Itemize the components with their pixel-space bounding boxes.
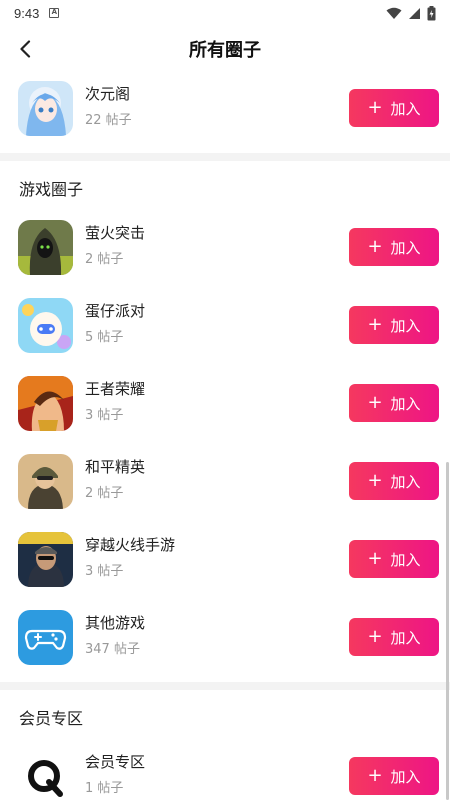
back-button[interactable]	[12, 36, 38, 62]
join-label: 加入	[390, 238, 421, 257]
post-count: 5 帖子	[85, 330, 124, 345]
plus-icon: +	[367, 314, 383, 335]
page-title: 所有圈子	[189, 40, 261, 61]
helmet-soldier-icon	[18, 454, 73, 509]
post-count: 2 帖子	[85, 486, 124, 501]
q-logo-icon	[18, 749, 73, 800]
circle-name: 蛋仔派对	[85, 302, 146, 320]
circle-item-member-zone: 会员专区 1 帖子 + 加入	[0, 738, 450, 800]
circle-item-ciyuange: 次元阁 22 帖子 + 加入	[0, 70, 450, 148]
join-label: 加入	[390, 99, 421, 118]
circle-name: 次元阁	[85, 85, 131, 103]
circle-item-wangzherongyao: 王者荣耀 3 帖子 + 加入	[0, 365, 450, 443]
post-count: 22 帖子	[85, 113, 132, 128]
circle-name: 会员专区	[85, 753, 146, 771]
scrollbar[interactable]	[446, 462, 449, 800]
signal-icon	[409, 7, 420, 19]
circle-item-danzaipaidui: 蛋仔派对 5 帖子 + 加入	[0, 287, 450, 365]
post-count: 2 帖子	[85, 252, 124, 267]
circle-item-other-games: 其他游戏 347 帖子 + 加入	[0, 599, 450, 677]
app-header: 所有圈子	[0, 26, 450, 72]
circle-name: 其他游戏	[85, 614, 146, 632]
join-button[interactable]: + 加入	[349, 462, 439, 500]
status-time: 9:43	[14, 5, 40, 21]
join-label: 加入	[390, 394, 421, 413]
status-icons	[386, 5, 436, 21]
join-button[interactable]: + 加入	[349, 384, 439, 422]
wifi-icon	[386, 7, 402, 19]
plus-icon: +	[367, 236, 383, 257]
hooded-soldier-icon	[18, 220, 73, 275]
section-title-games: 游戏圈子	[19, 180, 84, 199]
section-divider	[0, 682, 450, 690]
join-label: 加入	[390, 316, 421, 335]
circle-name: 穿越火线手游	[85, 536, 176, 554]
circle-item-chuanyuehuoxian: 穿越火线手游 3 帖子 + 加入	[0, 521, 450, 599]
join-label: 加入	[390, 767, 421, 786]
section-title-member: 会员专区	[19, 709, 84, 728]
battery-icon	[427, 5, 436, 20]
join-label: 加入	[390, 628, 421, 647]
notification-icon: A	[49, 8, 60, 18]
plus-icon: +	[367, 626, 383, 647]
join-button[interactable]: + 加入	[349, 757, 439, 795]
circle-item-yinghuotuji: 萤火突击 2 帖子 + 加入	[0, 209, 450, 287]
join-button[interactable]: + 加入	[349, 540, 439, 578]
join-button[interactable]: + 加入	[349, 89, 439, 127]
join-button[interactable]: + 加入	[349, 306, 439, 344]
circle-name: 王者荣耀	[85, 380, 146, 398]
post-count: 3 帖子	[85, 564, 124, 579]
join-button[interactable]: + 加入	[349, 618, 439, 656]
section-divider	[0, 153, 450, 161]
join-label: 加入	[390, 472, 421, 491]
post-count: 347 帖子	[85, 642, 140, 657]
circle-item-hepingjingying: 和平精英 2 帖子 + 加入	[0, 443, 450, 521]
anime-avatar-icon	[18, 81, 73, 136]
plus-icon: +	[367, 392, 383, 413]
warrior-hero-icon	[18, 376, 73, 431]
circle-name: 和平精英	[85, 458, 146, 476]
back-arrow-icon	[20, 40, 31, 58]
gamepad-icon	[18, 610, 73, 665]
plus-icon: +	[367, 97, 383, 118]
post-count: 3 帖子	[85, 408, 124, 423]
plus-icon: +	[367, 470, 383, 491]
plus-icon: +	[367, 765, 383, 786]
join-button[interactable]: + 加入	[349, 228, 439, 266]
cf-soldier-icon	[18, 532, 73, 587]
status-bar: 9:43 A	[0, 0, 450, 26]
circle-name: 萤火突击	[85, 224, 146, 242]
join-label: 加入	[390, 550, 421, 569]
plus-icon: +	[367, 548, 383, 569]
egg-party-icon	[18, 298, 73, 353]
post-count: 1 帖子	[85, 781, 124, 796]
